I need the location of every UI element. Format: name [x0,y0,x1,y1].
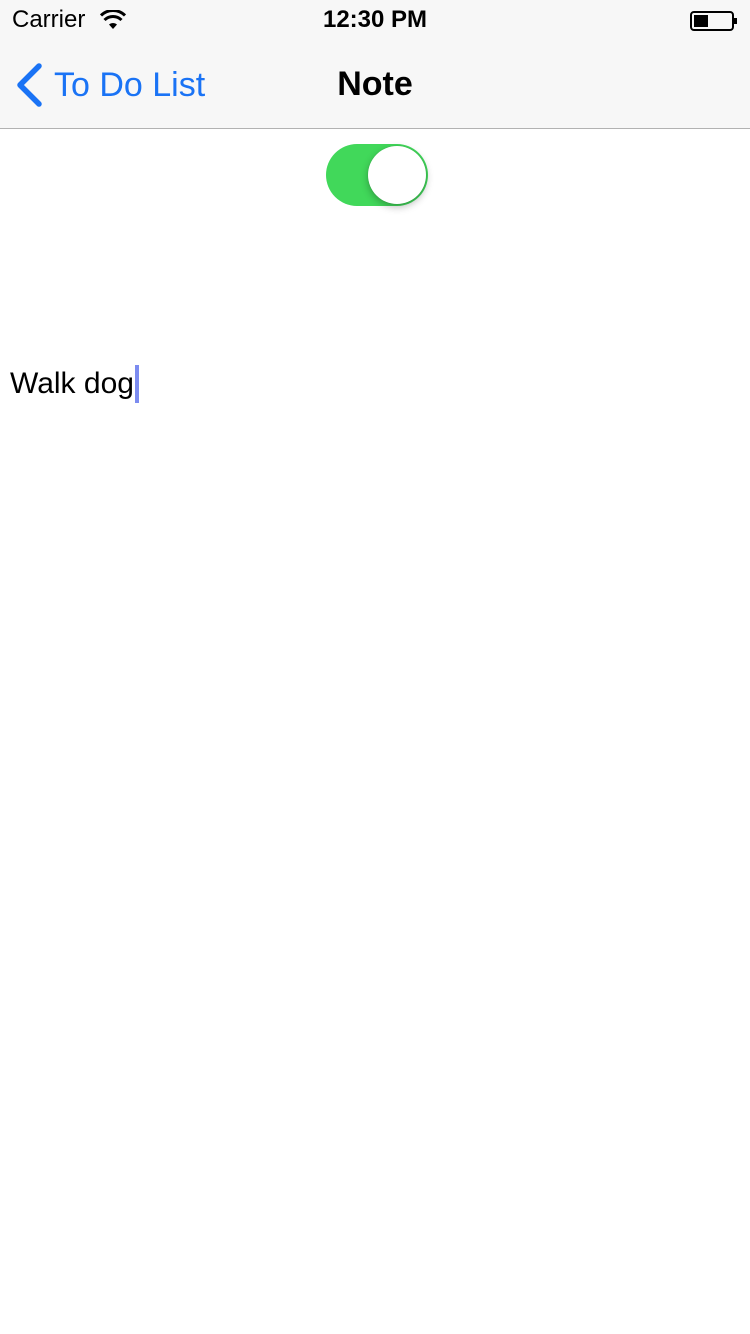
text-caret [134,365,139,403]
status-bar: Carrier 12:30 PM [0,0,750,40]
battery-icon [690,11,737,31]
done-toggle[interactable] [326,144,428,206]
page-title: Note [337,65,413,103]
status-time: 12:30 PM [322,6,428,33]
toggle-knob [368,146,426,204]
navigation-bar: To Do List Note [0,40,750,128]
note-text-field[interactable]: Walk dog [10,360,740,408]
note-text-value: Walk dog [10,367,134,400]
note-screen: Carrier 12:30 PM To Do List Note Walk do… [0,0,750,1334]
top-bar: Carrier 12:30 PM To Do List Note [0,0,750,129]
